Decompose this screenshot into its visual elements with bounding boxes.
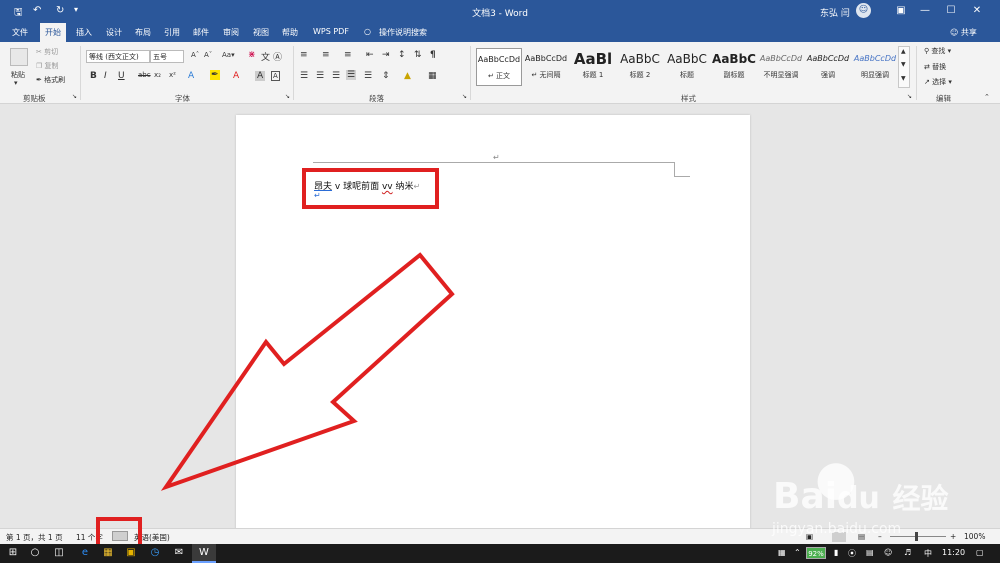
battery-status[interactable]: 92% [806, 547, 826, 559]
edge-icon[interactable]: e [78, 546, 92, 560]
clock[interactable]: 11:20 [942, 548, 965, 557]
watermark-brand-cn: 经验 [892, 482, 949, 515]
file-explorer-icon[interactable]: ▦ [101, 546, 115, 560]
zoom-level[interactable]: 100% [964, 532, 985, 541]
watermark-brand-du: du [837, 481, 880, 516]
watermark-url: jingyan.baidu.com [772, 521, 902, 537]
task-view-icon[interactable]: ◫ [52, 546, 66, 560]
notification-chevron-icon[interactable]: ⌃ [794, 548, 801, 557]
wifi-icon[interactable]: ⦿ [848, 548, 856, 559]
clock-app-icon[interactable]: ◷ [148, 546, 162, 560]
volume-icon[interactable]: ♬ [904, 548, 911, 557]
page-count[interactable]: 第 1 页，共 1 页 [6, 532, 63, 543]
battery-percent: 92% [808, 550, 824, 558]
word-taskbar-icon[interactable]: W [192, 544, 216, 563]
system-tray-icon[interactable]: ▦ [778, 548, 786, 557]
ime-indicator[interactable]: 中 [924, 548, 932, 559]
action-center-icon[interactable]: ▢ [976, 548, 984, 557]
store-icon[interactable]: ▣ [124, 546, 138, 560]
zoom-in-icon[interactable]: + [950, 532, 956, 541]
watermark-brand-text: Bai [773, 476, 838, 517]
battery-icon[interactable]: ▮ [834, 548, 838, 557]
mail-icon[interactable]: ✉ [172, 546, 186, 560]
taskbar: ⊞ ○ ◫ e ▦ ▣ ◷ ✉ W ▦ ⌃ 92% ▮ ⦿ ▤ ☺ ♬ 中 11… [0, 544, 1000, 563]
cortana-icon[interactable]: ○ [28, 546, 42, 560]
windows-start-icon[interactable]: ⊞ [6, 546, 20, 560]
zoom-slider-thumb[interactable] [915, 532, 918, 541]
people-icon[interactable]: ☺ [884, 548, 892, 557]
network-icon[interactable]: ▤ [866, 548, 874, 557]
watermark-brand: Baidu 经验 [773, 476, 948, 517]
